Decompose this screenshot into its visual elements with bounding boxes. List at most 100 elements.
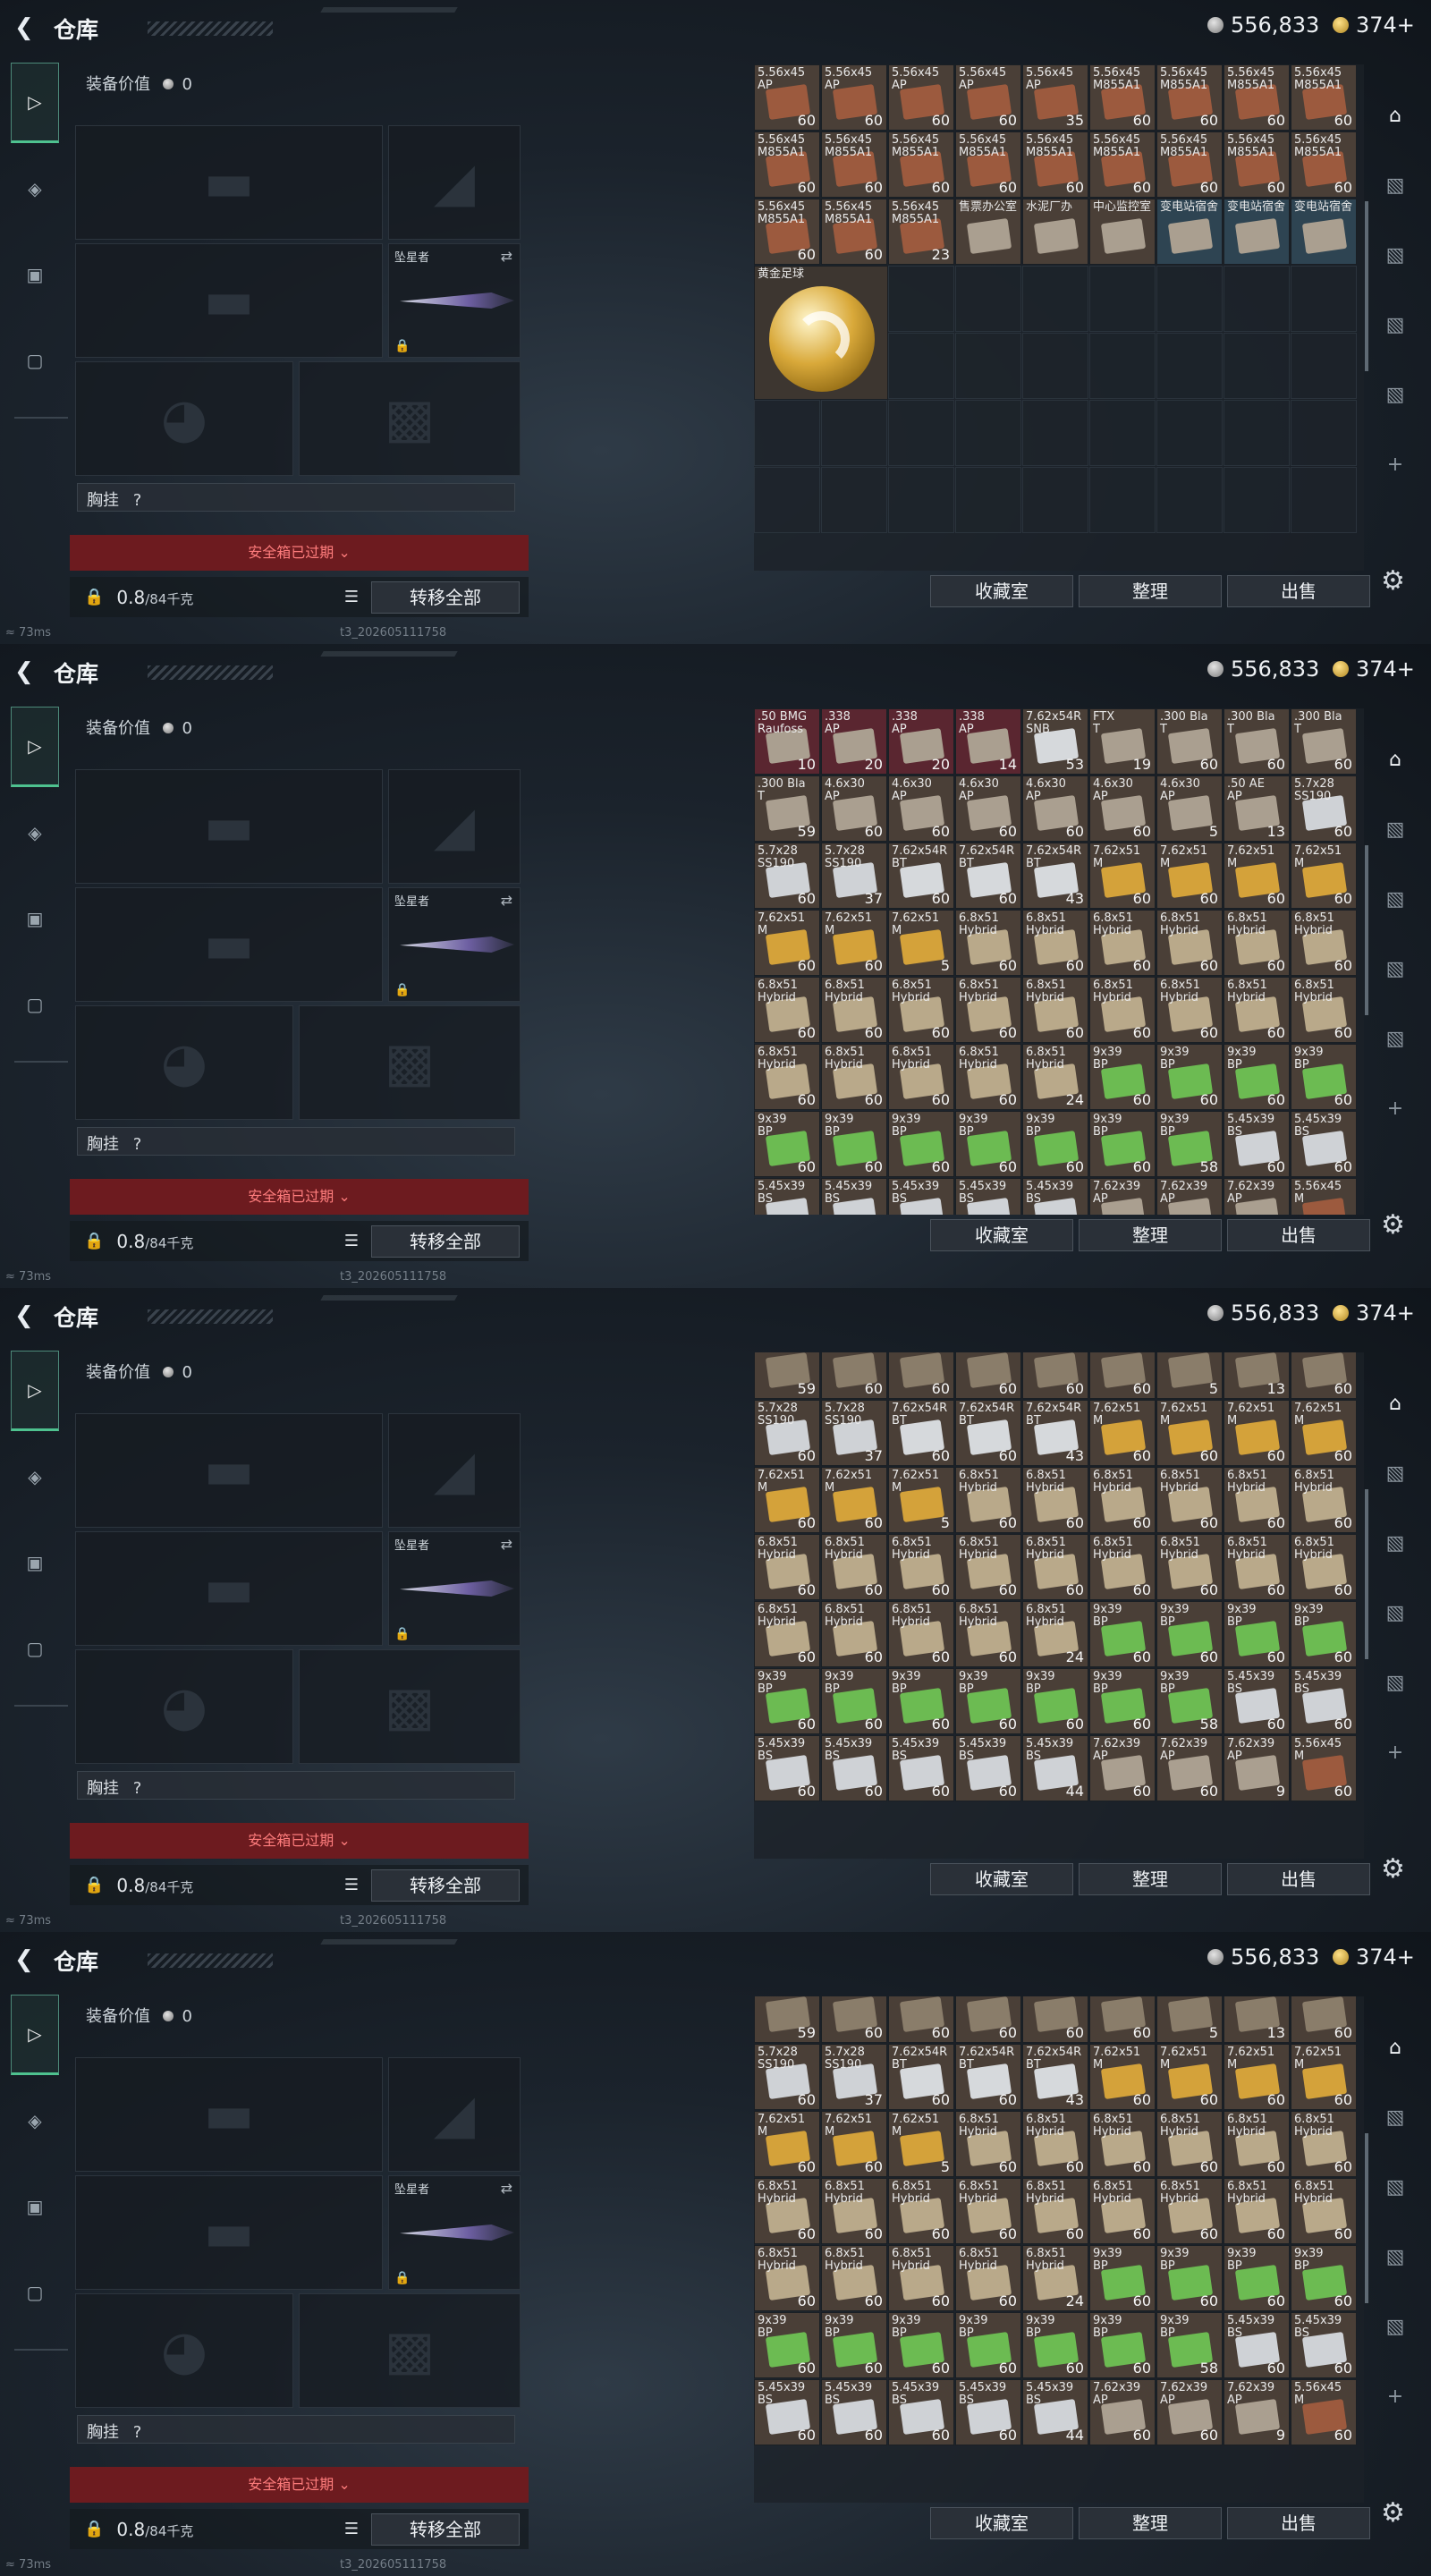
collection-room-button[interactable]: 收藏室	[930, 1219, 1073, 1251]
stash-item[interactable]: 5.56x45 M855A1 60	[1022, 131, 1088, 198]
stash-item[interactable]: 9x39 BP 60	[1224, 2245, 1290, 2311]
stash-item[interactable]: 60	[1291, 1996, 1357, 2043]
safe-box-expired-banner[interactable]: 安全箱已过期 ⌄	[70, 535, 529, 571]
chest-rig-slot[interactable]: 胸挂 ?	[77, 2415, 515, 2444]
chevron-left-icon[interactable]: ❮	[14, 1946, 41, 1973]
stash-item[interactable]: 7.62x51 M 60	[1089, 843, 1156, 909]
stash-item[interactable]: 7.62x51 M 60	[1089, 1400, 1156, 1466]
chevron-left-icon[interactable]: ❮	[14, 658, 41, 685]
stash-item[interactable]: 13	[1224, 1996, 1290, 2043]
list-icon[interactable]: ☰	[344, 588, 359, 606]
gun-icon[interactable]: ▷	[11, 707, 59, 787]
empty-slot[interactable]	[1224, 467, 1290, 533]
stash-item[interactable]: 60	[1089, 1996, 1156, 2043]
empty-slot[interactable]	[1022, 467, 1088, 533]
sell-button[interactable]: 出售	[1227, 575, 1370, 607]
sell-button[interactable]: 出售	[1227, 1219, 1370, 1251]
safe-box-expired-banner[interactable]: 安全箱已过期 ⌄	[70, 1823, 529, 1859]
gear-icon[interactable]: ⚙	[1381, 1853, 1405, 1885]
arrange-button[interactable]: 整理	[1079, 2507, 1222, 2539]
stash-item[interactable]: 5.45x39 BS 60	[1291, 2312, 1357, 2378]
shield-icon[interactable]: ◈	[11, 792, 59, 873]
stash-item[interactable]: 5.56x45 AP 60	[754, 64, 820, 131]
stash-item[interactable]: 5.56x45 M855A1 60	[888, 131, 954, 198]
stash-item[interactable]: .300 Bla T 60	[1291, 708, 1357, 775]
stash-item[interactable]: 6.8x51 Hybrid 60	[888, 2245, 954, 2311]
chest-rig-slot[interactable]: 胸挂 ?	[77, 1771, 515, 1800]
stash-item[interactable]: 9x39 BP 60	[1089, 1601, 1156, 1667]
stash-item[interactable]: 9x39 BP 58	[1156, 1668, 1223, 1734]
primary-weapon-slot[interactable]: ▬	[75, 125, 383, 240]
stash-item[interactable]: 5.56x45 M855A1 60	[1089, 131, 1156, 198]
stash-item[interactable]: 6.8x51 Hybrid 24	[1022, 2245, 1088, 2311]
stash-item[interactable]: 7.62x51 M 60	[821, 2111, 887, 2177]
stash-item[interactable]: 6.8x51 Hybrid 60	[1291, 2178, 1357, 2244]
sell-button[interactable]: 出售	[1227, 1863, 1370, 1895]
stash-item[interactable]: 5.56x45 AP 60	[955, 64, 1021, 131]
stash-item[interactable]: 9x39 BP 60	[1156, 2245, 1223, 2311]
stash-item[interactable]: 5.56x45 M855A1 60	[1156, 64, 1223, 131]
stash-item[interactable]: 6.8x51 Hybrid 60	[821, 1601, 887, 1667]
stash-item[interactable]: .300 Bla T 59	[754, 775, 820, 842]
safe-box-expired-banner[interactable]: 安全箱已过期 ⌄	[70, 2467, 529, 2503]
swap-icon[interactable]: ⇄	[501, 892, 512, 909]
stash-item[interactable]: 5.45x39 BS	[888, 1178, 954, 1215]
stash-item[interactable]: 5.45x39 BS	[955, 1178, 1021, 1215]
gold-currency[interactable]: 374+	[1333, 1945, 1415, 1970]
stash-item[interactable]: 6.8x51 Hybrid 60	[1224, 910, 1290, 976]
empty-slot[interactable]	[754, 467, 820, 533]
stash-item[interactable]: 60	[888, 1352, 954, 1399]
armor-slot[interactable]: ▩	[299, 1649, 521, 1764]
stash-item[interactable]: 6.8x51 Hybrid 60	[888, 1601, 954, 1667]
stash-item[interactable]: 7.62x51 M 60	[821, 910, 887, 976]
helmet-slot[interactable]: ◕	[75, 2293, 293, 2408]
stash-item[interactable]: 7.62x51 M 60	[1291, 843, 1357, 909]
briefcase-icon[interactable]: ▢	[11, 2252, 59, 2333]
stash-item[interactable]: .338 AP 20	[821, 708, 887, 775]
stash-page-icon[interactable]: ▧	[1373, 2082, 1418, 2152]
stash-item[interactable]: 4.6x30 AP 60	[1022, 775, 1088, 842]
empty-slot[interactable]	[888, 333, 954, 399]
stash-item[interactable]: 5.45x39 BS	[1022, 1178, 1088, 1215]
secondary-weapon-slot[interactable]: ▬	[75, 243, 383, 358]
stash-item[interactable]: 60	[955, 1996, 1021, 2043]
list-icon[interactable]: ☰	[344, 1232, 359, 1250]
stash-page-icon[interactable]: ▧	[1373, 1648, 1418, 1717]
stash-page-icon[interactable]: ▧	[1373, 2222, 1418, 2292]
gold-currency[interactable]: 374+	[1333, 1301, 1415, 1326]
stash-item[interactable]: 9x39 BP 60	[1224, 1044, 1290, 1110]
stash-item[interactable]: 5	[1156, 1996, 1223, 2043]
stash-item[interactable]: 6.8x51 Hybrid 60	[1291, 1467, 1357, 1533]
stash-item[interactable]: 7.62x51 M 60	[1291, 1400, 1357, 1466]
briefcase-icon[interactable]: ▢	[11, 320, 59, 401]
pistol-slot[interactable]: ◢	[388, 1413, 521, 1528]
gear-icon[interactable]: ⚙	[1381, 565, 1405, 597]
stash-item[interactable]: .338 AP 20	[888, 708, 954, 775]
empty-slot[interactable]	[888, 266, 954, 332]
stash-item[interactable]: 5.56x45 M 60	[1291, 2379, 1357, 2445]
helmet-slot[interactable]: ◕	[75, 1005, 293, 1120]
stash-item[interactable]: 5.56x45 AP 35	[1022, 64, 1088, 131]
stash-item[interactable]: 60	[888, 1996, 954, 2043]
stash-item[interactable]: 6.8x51 Hybrid 60	[1156, 1467, 1223, 1533]
stash-item[interactable]: 9x39 BP 58	[1156, 2312, 1223, 2378]
empty-slot[interactable]	[1022, 333, 1088, 399]
gear-icon[interactable]: ⚙	[1381, 1209, 1405, 1241]
stash-scrollbar[interactable]	[1365, 201, 1368, 371]
empty-slot[interactable]	[1156, 467, 1223, 533]
stash-item[interactable]: 9x39 BP 60	[1022, 2312, 1088, 2378]
stash-item[interactable]: 6.8x51 Hybrid 60	[1156, 2111, 1223, 2177]
gun-icon[interactable]: ▷	[11, 1351, 59, 1431]
stash-item[interactable]: 6.8x51 Hybrid 60	[1089, 977, 1156, 1043]
stash-item[interactable]: 5.45x39 BS 44	[1022, 2379, 1088, 2445]
silver-currency[interactable]: 556,833	[1207, 657, 1319, 682]
backpack-icon[interactable]: ▣	[11, 234, 59, 315]
stash-item[interactable]: 7.62x51 M 60	[1224, 2044, 1290, 2110]
stash-item[interactable]: 7.62x51 M 5	[888, 1467, 954, 1533]
backpack-icon[interactable]: ▣	[11, 878, 59, 959]
home-icon[interactable]: ⌂	[1373, 724, 1418, 794]
stash-page-icon[interactable]: ▧	[1373, 864, 1418, 934]
armor-slot[interactable]: ▩	[299, 2293, 521, 2408]
stash-item[interactable]: 变电站宿舍	[1291, 199, 1357, 265]
stash-item[interactable]: 9x39 BP 60	[821, 1668, 887, 1734]
